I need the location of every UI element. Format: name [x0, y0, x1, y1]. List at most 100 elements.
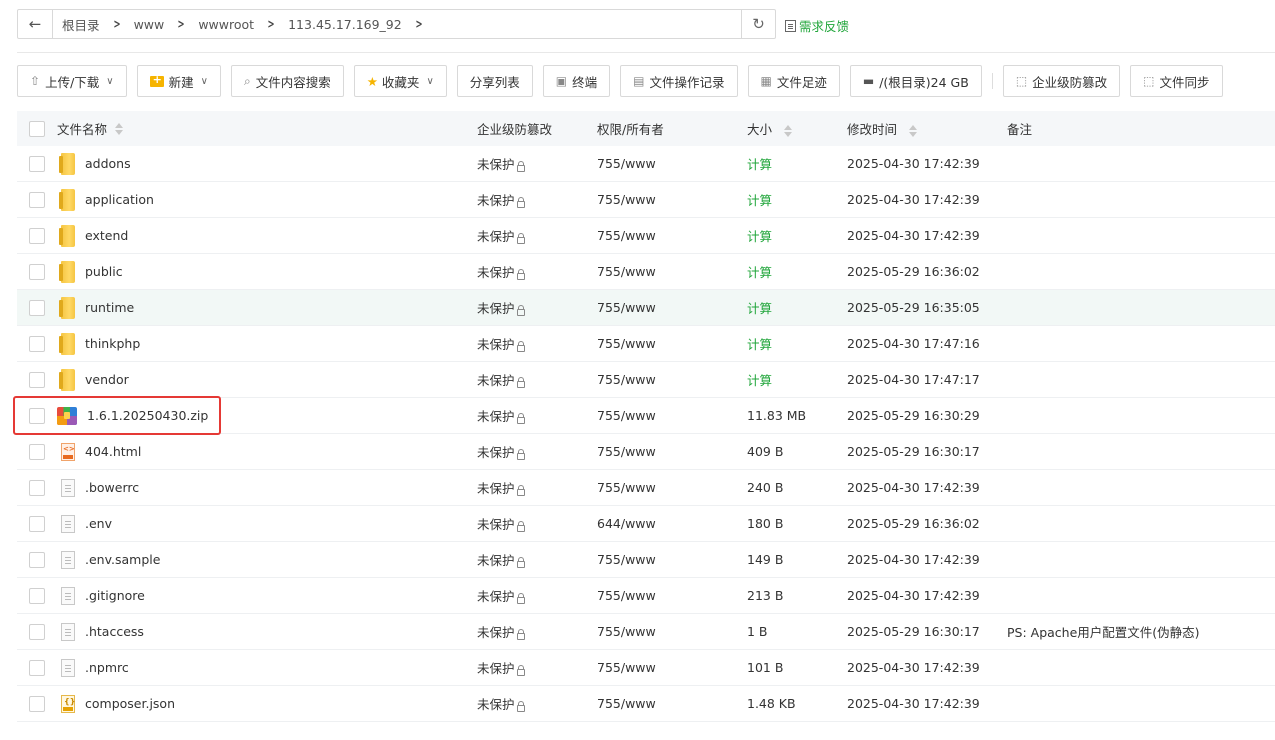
permission[interactable]: 755/www [597, 480, 747, 495]
share-list-button[interactable]: 分享列表 [456, 65, 533, 97]
lock-icon[interactable] [516, 521, 525, 532]
file-name[interactable]: extend [85, 228, 128, 243]
row-checkbox[interactable] [29, 551, 45, 568]
permission[interactable]: 755/www [597, 552, 747, 567]
file-name[interactable]: .env.sample [85, 552, 160, 567]
lock-icon[interactable] [516, 305, 525, 316]
calculate-size-link[interactable]: 计算 [747, 154, 847, 173]
file-name-cell[interactable]: 404.html [57, 442, 477, 461]
row-checkbox[interactable] [29, 515, 45, 532]
row-checkbox[interactable] [29, 407, 45, 424]
calculate-size-link[interactable]: 计算 [747, 262, 847, 281]
lock-icon[interactable] [516, 593, 525, 604]
file-name-cell[interactable]: addons [57, 152, 477, 175]
sort-icon[interactable] [909, 124, 917, 137]
calculate-size-link[interactable]: 计算 [747, 226, 847, 245]
protect-status-cell[interactable]: 未保护 [477, 658, 597, 677]
row-checkbox[interactable] [29, 299, 45, 316]
lock-icon[interactable] [516, 233, 525, 244]
header-name[interactable]: 文件名称 [57, 119, 477, 138]
row-checkbox[interactable] [29, 479, 45, 496]
disk-button[interactable]: ▬ /(根目录)24 GB [849, 65, 982, 97]
file-name[interactable]: .env [85, 516, 112, 531]
permission[interactable]: 755/www [597, 264, 747, 279]
protect-status-cell[interactable]: 未保护 [477, 370, 597, 389]
table-row[interactable]: composer.json 未保护 755/www 1.48 KB 2025-0… [17, 686, 1275, 722]
protect-status-cell[interactable]: 未保护 [477, 226, 597, 245]
sort-icon[interactable] [784, 124, 792, 137]
file-name-cell[interactable]: .htaccess [57, 622, 477, 641]
file-name[interactable]: application [85, 192, 154, 207]
row-checkbox[interactable] [29, 263, 45, 280]
file-name-cell[interactable]: .env [57, 514, 477, 533]
table-row[interactable]: .env 未保护 644/www 180 B 2025-05-29 16:36:… [17, 506, 1275, 542]
file-name-cell[interactable]: .npmrc [57, 658, 477, 677]
select-all-checkbox[interactable] [29, 120, 45, 137]
lock-icon[interactable] [516, 269, 525, 280]
permission[interactable]: 755/www [597, 660, 747, 675]
file-name-cell[interactable]: .env.sample [57, 550, 477, 569]
row-checkbox[interactable] [29, 587, 45, 604]
table-row[interactable]: 404.html 未保护 755/www 409 B 2025-05-29 16… [17, 434, 1275, 470]
lock-icon[interactable] [516, 197, 525, 208]
lock-icon[interactable] [516, 701, 525, 712]
row-checkbox[interactable] [29, 623, 45, 640]
protect-status-cell[interactable]: 未保护 [477, 190, 597, 209]
protect-status-cell[interactable]: 未保护 [477, 514, 597, 533]
file-name-cell[interactable]: public [57, 260, 477, 283]
protect-status-cell[interactable]: 未保护 [477, 154, 597, 173]
file-sync-button[interactable]: ⬚ 文件同步 [1130, 65, 1223, 97]
protect-status-cell[interactable]: 未保护 [477, 298, 597, 317]
row-checkbox[interactable] [29, 695, 45, 712]
table-row[interactable]: public 未保护 755/www 计算 2025-05-29 16:36:0… [17, 254, 1275, 290]
lock-icon[interactable] [516, 449, 525, 460]
table-row[interactable]: runtime 未保护 755/www 计算 2025-05-29 16:35:… [17, 290, 1275, 326]
file-name-cell[interactable]: composer.json [57, 694, 477, 713]
protect-status-cell[interactable]: 未保护 [477, 406, 597, 425]
permission[interactable]: 755/www [597, 300, 747, 315]
chevron-right-icon[interactable]: > [415, 17, 422, 31]
row-checkbox[interactable] [29, 335, 45, 352]
breadcrumb-item-www[interactable]: www [134, 17, 165, 32]
terminal-button[interactable]: ▣ 终端 [542, 65, 611, 97]
table-row[interactable]: .bowerrc 未保护 755/www 240 B 2025-04-30 17… [17, 470, 1275, 506]
file-name[interactable]: public [85, 264, 123, 279]
file-name[interactable]: runtime [85, 300, 134, 315]
file-name[interactable]: .npmrc [85, 660, 129, 675]
permission[interactable]: 755/www [597, 696, 747, 711]
file-name[interactable]: 404.html [85, 444, 141, 459]
protect-status-cell[interactable]: 未保护 [477, 478, 597, 497]
footprint-button[interactable]: ▦ 文件足迹 [747, 65, 840, 97]
table-row[interactable]: addons 未保护 755/www 计算 2025-04-30 17:42:3… [17, 146, 1275, 182]
table-row[interactable]: .htaccess 未保护 755/www 1 B 2025-05-29 16:… [17, 614, 1275, 650]
refresh-icon[interactable]: ↻ [741, 10, 775, 38]
row-checkbox[interactable] [29, 191, 45, 208]
lock-icon[interactable] [516, 665, 525, 676]
permission[interactable]: 755/www [597, 444, 747, 459]
new-button[interactable]: 新建 ∨ [136, 65, 221, 97]
table-row[interactable]: .env.sample 未保护 755/www 149 B 2025-04-30… [17, 542, 1275, 578]
note[interactable]: PS: Apache用户配置文件(伪静态) [1007, 622, 1275, 641]
back-arrow-icon[interactable]: ← [18, 10, 53, 38]
file-name-cell[interactable]: runtime [57, 296, 477, 319]
calculate-size-link[interactable]: 计算 [747, 334, 847, 353]
lock-icon[interactable] [516, 341, 525, 352]
table-row[interactable]: .gitignore 未保护 755/www 213 B 2025-04-30 … [17, 578, 1275, 614]
lock-icon[interactable] [516, 557, 525, 568]
table-row[interactable]: vendor 未保护 755/www 计算 2025-04-30 17:47:1… [17, 362, 1275, 398]
permission[interactable]: 755/www [597, 192, 747, 207]
file-name-cell[interactable]: application [57, 188, 477, 211]
file-name-cell[interactable]: .gitignore [57, 586, 477, 605]
protect-status-cell[interactable]: 未保护 [477, 334, 597, 353]
lock-icon[interactable] [516, 485, 525, 496]
content-search-button[interactable]: ⌕ 文件内容搜索 [230, 65, 344, 97]
file-name[interactable]: .gitignore [85, 588, 145, 603]
file-name[interactable]: 1.6.1.20250430.zip [87, 408, 208, 423]
lock-icon[interactable] [516, 161, 525, 172]
calculate-size-link[interactable]: 计算 [747, 370, 847, 389]
permission[interactable]: 755/www [597, 408, 747, 423]
breadcrumb-item-wwwroot[interactable]: wwwroot [198, 17, 254, 32]
table-row[interactable]: 1.6.1.20250430.zip 未保护 755/www 11.83 MB … [17, 398, 1275, 434]
breadcrumb-item-root[interactable]: 根目录 [62, 15, 100, 34]
protect-status-cell[interactable]: 未保护 [477, 586, 597, 605]
